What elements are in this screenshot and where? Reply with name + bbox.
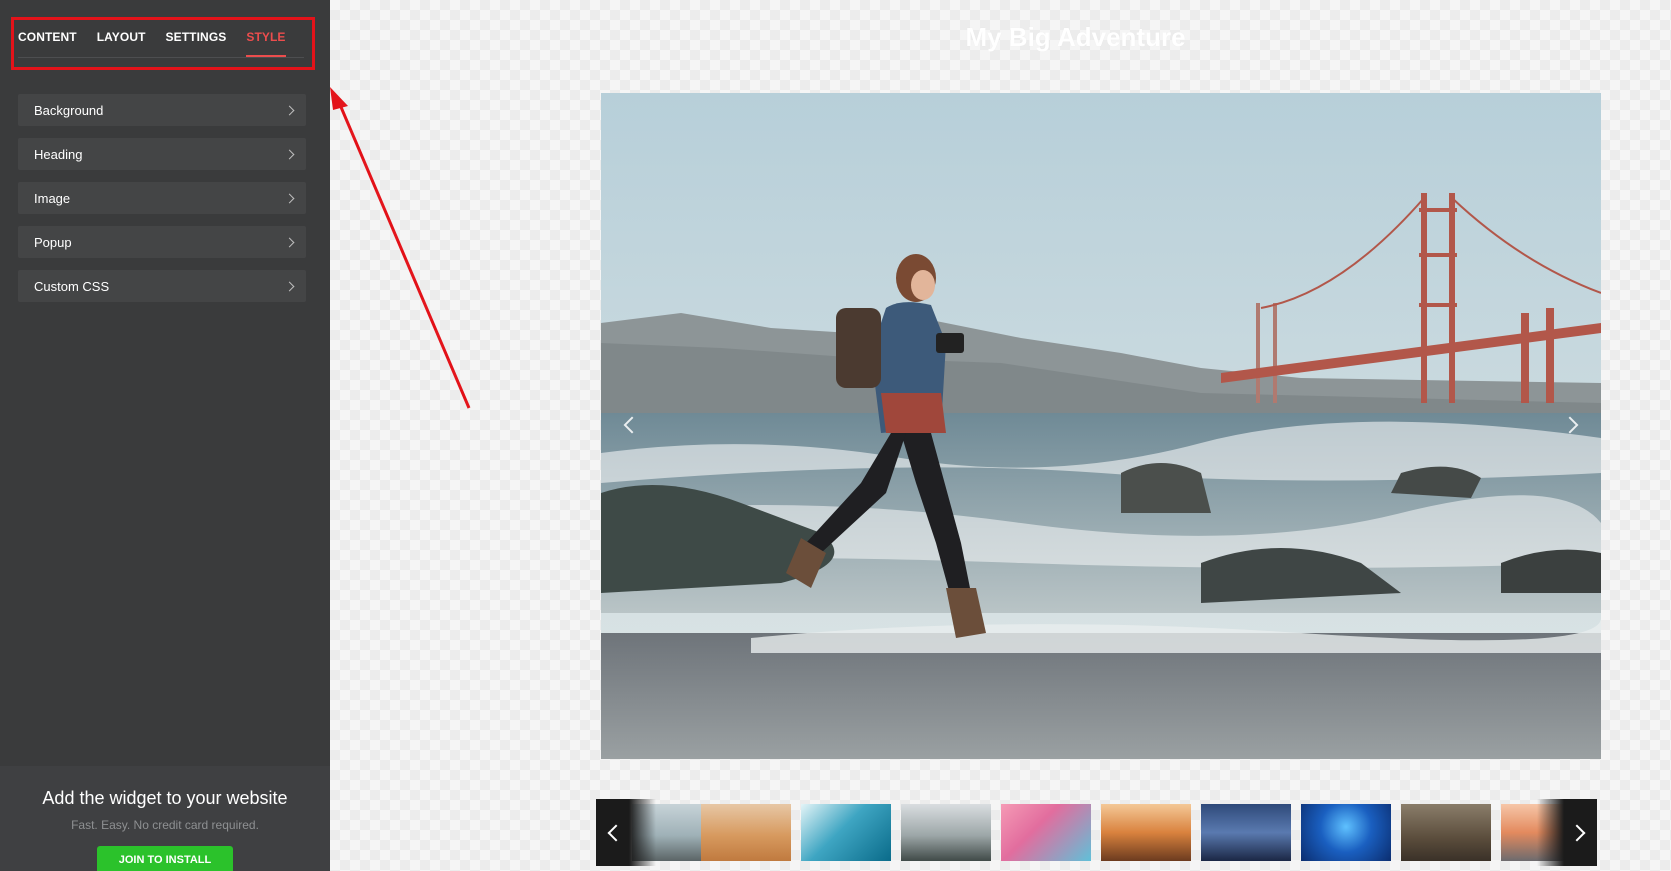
section-label: Custom CSS — [34, 278, 110, 294]
chevron-right-icon — [284, 237, 295, 247]
section-label: Background — [34, 102, 104, 118]
chevron-right-icon — [284, 105, 295, 115]
join-to-install-button[interactable]: JOIN TO INSTALL — [96, 846, 234, 871]
desert-dunes-thumb[interactable] — [701, 804, 791, 861]
thumbnails-next-button[interactable] — [1537, 799, 1597, 866]
section-label: Popup — [34, 234, 72, 250]
chevron-left-icon — [623, 416, 641, 434]
promo-title: Add the widget to your website — [42, 788, 288, 808]
bear-thumb[interactable] — [1401, 804, 1491, 861]
settings-sidebar: CONTENT LAYOUT SETTINGS STYLE Background… — [0, 0, 330, 871]
section-popup[interactable]: Popup — [18, 226, 306, 258]
chevron-right-icon — [284, 193, 295, 203]
ocean-wave-thumb[interactable] — [801, 804, 891, 861]
section-custom-css[interactable]: Custom CSS — [18, 270, 306, 302]
prev-image-button[interactable] — [617, 410, 647, 440]
promo-subtitle: Fast. Easy. No credit card required. — [71, 818, 259, 832]
section-label: Heading — [34, 146, 83, 162]
chevron-right-icon — [284, 149, 295, 159]
next-image-button[interactable] — [1555, 410, 1585, 440]
section-heading[interactable]: Heading — [18, 138, 306, 170]
beach-scene-image — [601, 93, 1601, 759]
chevron-right-icon — [284, 281, 295, 291]
motorcycle-thumb[interactable] — [901, 804, 991, 861]
thumbnails-prev-button[interactable] — [596, 799, 656, 866]
chevron-left-icon — [607, 824, 625, 841]
chevron-right-icon — [1568, 824, 1586, 841]
section-image[interactable]: Image — [18, 182, 306, 214]
pink-clouds-thumb[interactable] — [1001, 804, 1091, 861]
section-background[interactable]: Background — [18, 94, 306, 126]
section-label: Image — [34, 190, 71, 206]
chevron-right-icon — [1561, 416, 1579, 434]
style-sections: Background Heading Image Popup Custom CS… — [18, 94, 306, 314]
lightning-beach-thumb[interactable] — [1201, 804, 1291, 861]
main-gallery-image[interactable] — [601, 93, 1601, 759]
tabs-highlight-box — [11, 17, 315, 70]
rock-arch-sunset-thumb[interactable] — [1101, 804, 1191, 861]
gallery-title: My Big Adventure — [965, 22, 1186, 52]
underwater-blue-thumb[interactable] — [1301, 804, 1391, 861]
install-promo: Add the widget to your website Fast. Eas… — [0, 766, 330, 871]
thumbnail-strip — [596, 799, 1597, 866]
